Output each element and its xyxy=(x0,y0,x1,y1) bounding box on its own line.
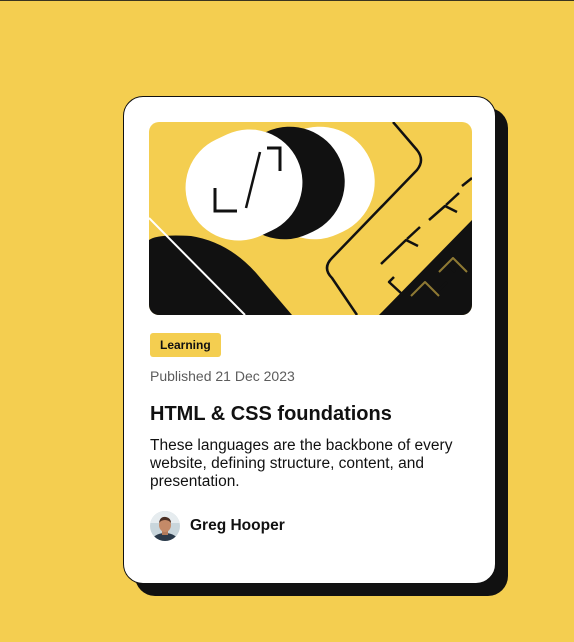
category-tag[interactable]: Learning xyxy=(150,333,221,357)
author-avatar xyxy=(150,511,180,541)
card-excerpt: These languages are the backbone of ever… xyxy=(150,437,453,490)
author-name: Greg Hooper xyxy=(190,517,285,534)
blog-preview-card: Learning Published 21 Dec 2023 HTML & CS… xyxy=(123,96,496,584)
published-date: Published 21 Dec 2023 xyxy=(150,368,295,384)
card-illustration xyxy=(149,122,472,315)
author-info: Greg Hooper xyxy=(150,511,285,541)
card-title[interactable]: HTML & CSS foundations xyxy=(150,403,392,426)
